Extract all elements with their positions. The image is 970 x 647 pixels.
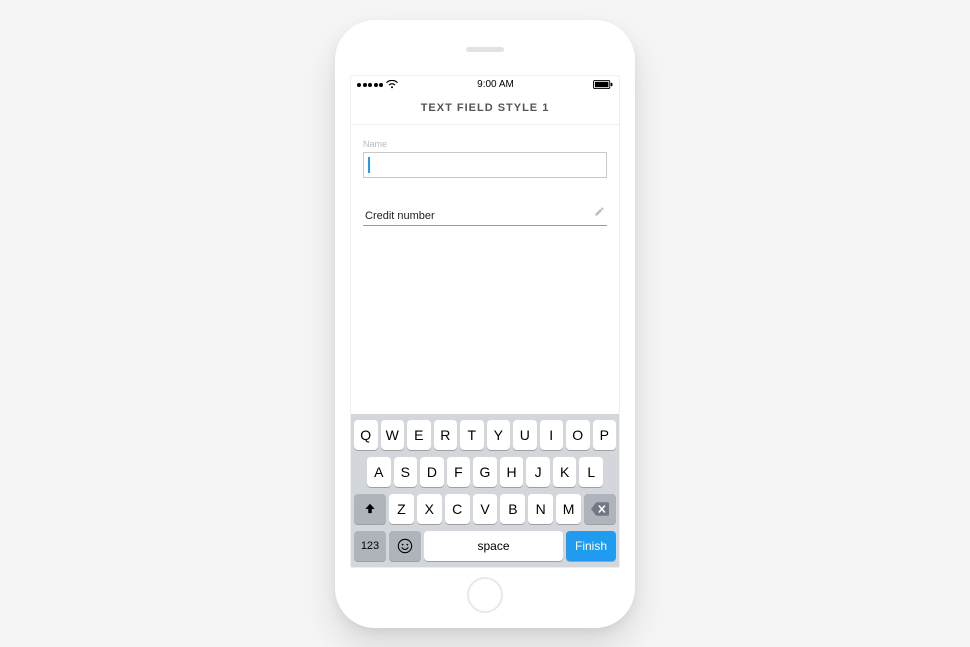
key-r[interactable]: R bbox=[434, 420, 458, 450]
key-d[interactable]: D bbox=[420, 457, 444, 487]
text-cursor bbox=[368, 157, 370, 173]
key-m[interactable]: M bbox=[556, 494, 581, 524]
numeric-key[interactable]: 123 bbox=[354, 531, 386, 561]
key-f[interactable]: F bbox=[447, 457, 471, 487]
key-i[interactable]: I bbox=[540, 420, 564, 450]
space-key[interactable]: space bbox=[424, 531, 563, 561]
key-w[interactable]: W bbox=[381, 420, 405, 450]
phone-frame: 9:00 AM TEXT FIELD STYLE 1 Name Cred bbox=[335, 20, 635, 628]
pencil-icon bbox=[594, 204, 605, 222]
keyboard-row-3: ZXCVBNM bbox=[354, 494, 616, 524]
key-t[interactable]: T bbox=[460, 420, 484, 450]
status-time: 9:00 AM bbox=[477, 79, 514, 90]
key-g[interactable]: G bbox=[473, 457, 497, 487]
backspace-icon bbox=[591, 502, 609, 516]
key-o[interactable]: O bbox=[566, 420, 590, 450]
key-n[interactable]: N bbox=[528, 494, 553, 524]
key-a[interactable]: A bbox=[367, 457, 391, 487]
credit-field-wrap: Credit number bbox=[363, 204, 607, 226]
screen-header: TEXT FIELD STYLE 1 bbox=[351, 94, 619, 125]
keyboard-row-2: ASDFGHJKL bbox=[354, 457, 616, 487]
emoji-icon bbox=[397, 538, 413, 554]
stage: 9:00 AM TEXT FIELD STYLE 1 Name Cred bbox=[0, 0, 970, 647]
status-left bbox=[357, 80, 398, 89]
phone-speaker bbox=[466, 47, 504, 52]
return-key[interactable]: Finish bbox=[566, 531, 616, 561]
key-b[interactable]: B bbox=[500, 494, 525, 524]
wifi-icon bbox=[386, 80, 398, 89]
key-l[interactable]: L bbox=[579, 457, 603, 487]
keyboard-row-4: 123 space Finish bbox=[354, 531, 616, 561]
key-k[interactable]: K bbox=[553, 457, 577, 487]
emoji-key[interactable] bbox=[389, 531, 421, 561]
keyboard-row-1: QWERTYUIOP bbox=[354, 420, 616, 450]
key-u[interactable]: U bbox=[513, 420, 537, 450]
key-z[interactable]: Z bbox=[389, 494, 414, 524]
credit-placeholder: Credit number bbox=[365, 210, 435, 222]
credit-input[interactable]: Credit number bbox=[363, 204, 607, 226]
key-q[interactable]: Q bbox=[354, 420, 378, 450]
key-v[interactable]: V bbox=[473, 494, 498, 524]
shift-key[interactable] bbox=[354, 494, 386, 524]
phone-screen: 9:00 AM TEXT FIELD STYLE 1 Name Cred bbox=[350, 75, 620, 568]
page-title: TEXT FIELD STYLE 1 bbox=[351, 102, 619, 114]
key-j[interactable]: J bbox=[526, 457, 550, 487]
status-bar: 9:00 AM bbox=[351, 76, 619, 94]
on-screen-keyboard: QWERTYUIOP ASDFGHJKL ZXCVBNM bbox=[351, 414, 619, 567]
key-c[interactable]: C bbox=[445, 494, 470, 524]
key-h[interactable]: H bbox=[500, 457, 524, 487]
key-e[interactable]: E bbox=[407, 420, 431, 450]
key-s[interactable]: S bbox=[394, 457, 418, 487]
key-y[interactable]: Y bbox=[487, 420, 511, 450]
home-button[interactable] bbox=[467, 577, 503, 613]
key-p[interactable]: P bbox=[593, 420, 617, 450]
battery-icon bbox=[593, 80, 613, 89]
key-x[interactable]: X bbox=[417, 494, 442, 524]
backspace-key[interactable] bbox=[584, 494, 616, 524]
form-area: Name Credit number bbox=[351, 125, 619, 414]
signal-dots-icon bbox=[357, 83, 383, 87]
name-field-wrap: Name bbox=[363, 139, 607, 178]
name-field-label: Name bbox=[363, 139, 607, 149]
shift-icon bbox=[363, 502, 377, 516]
name-input[interactable] bbox=[363, 152, 607, 178]
